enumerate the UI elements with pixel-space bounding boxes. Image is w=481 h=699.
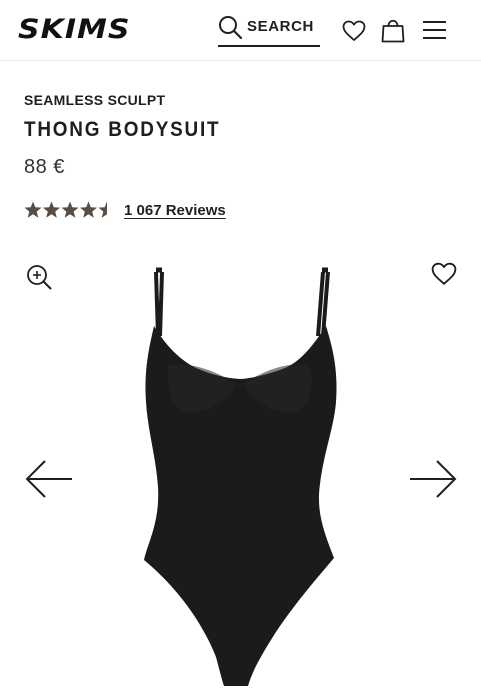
arrow-left-icon[interactable] [24, 458, 74, 500]
search-label: SEARCH [247, 18, 314, 35]
zoom-in-icon[interactable] [26, 264, 52, 290]
product-image [144, 267, 337, 686]
product-price: 88 € [24, 156, 65, 178]
search-icon [219, 16, 242, 39]
star-icon [43, 201, 60, 218]
hamburger-menu-icon[interactable] [422, 20, 447, 40]
product-title: THONG BODYSUIT [24, 118, 221, 141]
star-icon [61, 201, 79, 218]
wishlist-heart-icon[interactable] [431, 262, 457, 286]
half-star-icon [98, 201, 107, 218]
search-bar[interactable]: SEARCH [218, 14, 320, 47]
star-icon [80, 201, 97, 218]
heart-icon[interactable] [342, 20, 366, 42]
skims-logo[interactable]: SKIMS [18, 12, 130, 48]
reviews-link[interactable]: 1 067 Reviews [124, 202, 226, 219]
shopping-bag-icon[interactable] [381, 17, 405, 43]
arrow-right-icon[interactable] [408, 458, 458, 500]
site-header: SKIMS SEARCH [0, 0, 481, 61]
star-icon [24, 201, 42, 218]
product-collection: SEAMLESS SCULPT [24, 92, 166, 108]
rating-stars [24, 201, 107, 218]
